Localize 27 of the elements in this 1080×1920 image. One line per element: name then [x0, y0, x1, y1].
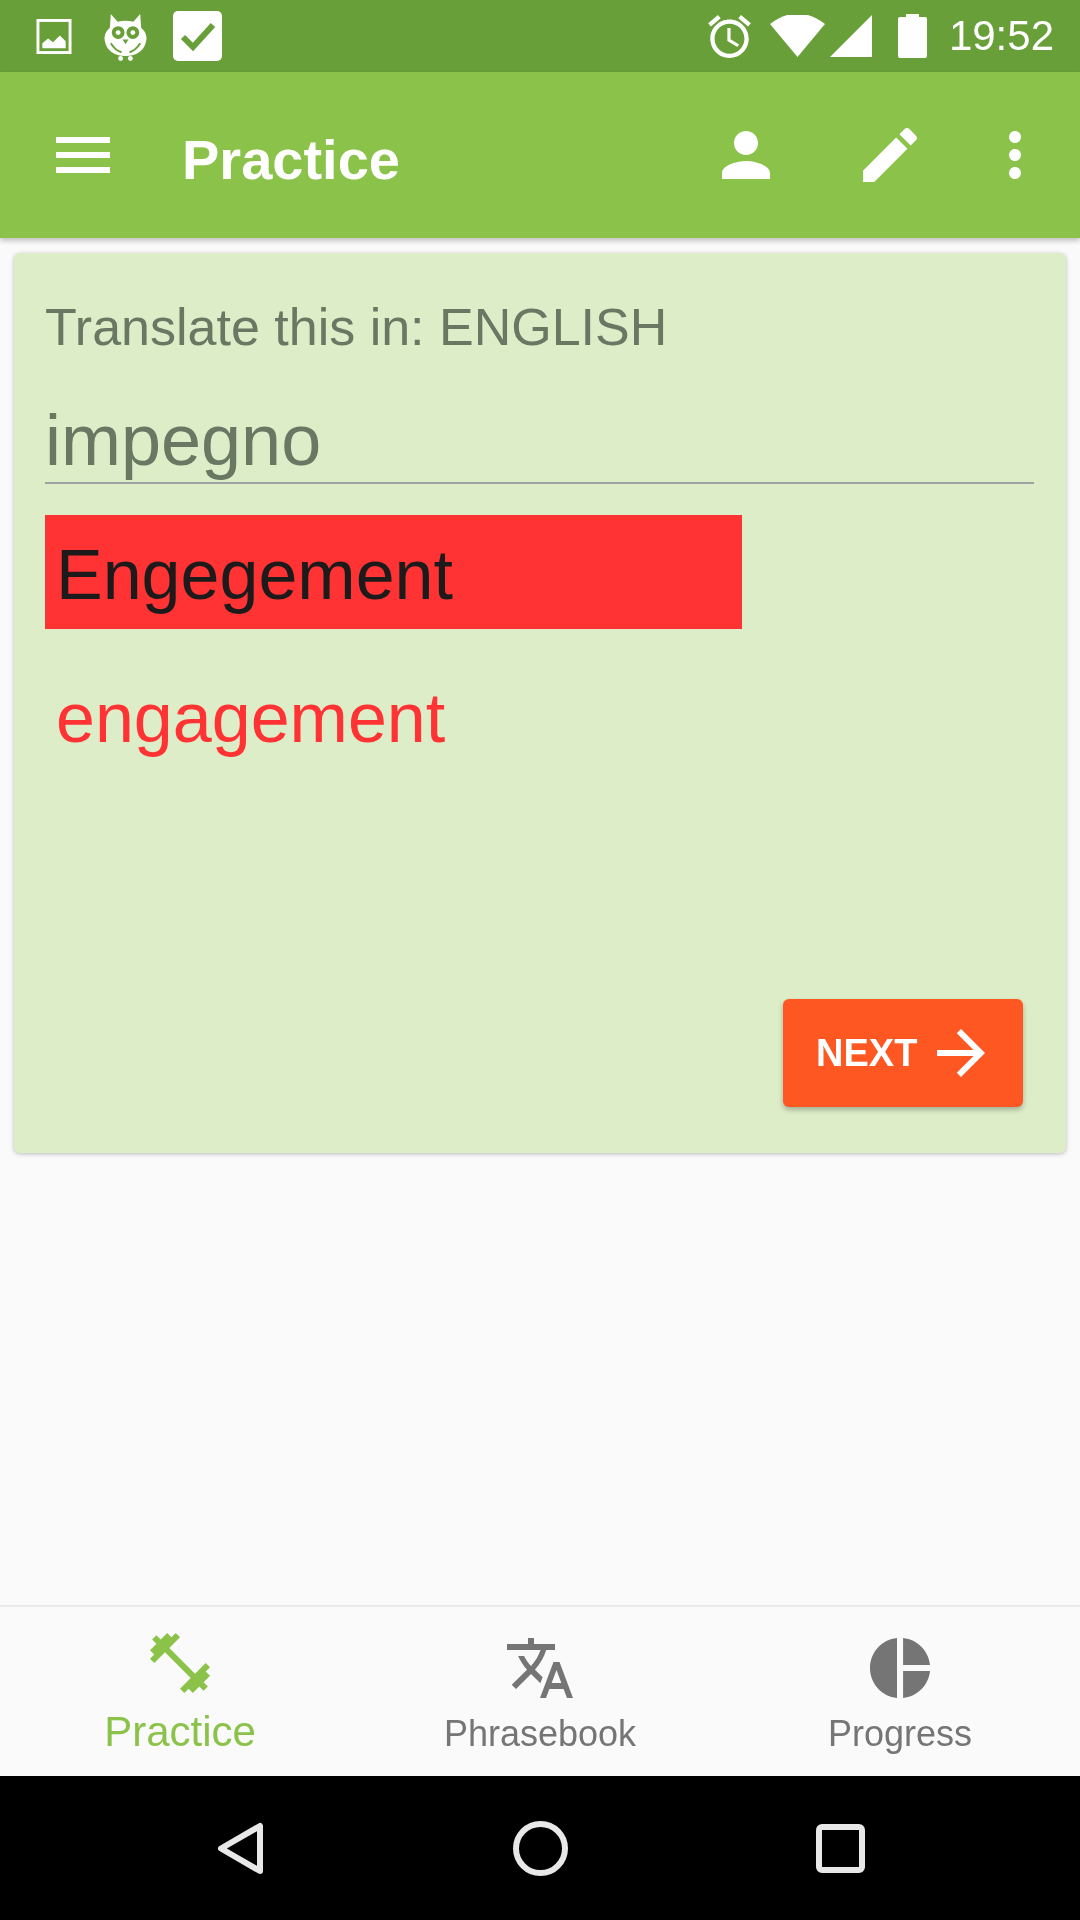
recents-icon[interactable]	[815, 1823, 865, 1873]
nav-tab[interactable]: Phrasebook	[439, 1638, 641, 1755]
pie-chart-icon	[870, 1638, 930, 1698]
battery-icon	[897, 14, 927, 58]
back-icon[interactable]	[216, 1821, 264, 1875]
translate-icon	[507, 1638, 573, 1698]
image-icon	[36, 18, 72, 54]
answer-label: Engegement	[45, 515, 742, 629]
prompt-text: Translate this in: ENGLISH	[45, 297, 668, 357]
person-icon[interactable]	[722, 131, 770, 179]
wifi-icon	[769, 15, 825, 57]
dumbbell-icon	[150, 1633, 210, 1693]
nav-tab[interactable]: Practice	[100, 1633, 260, 1756]
pencil-icon[interactable]	[863, 128, 917, 182]
signal-icon	[829, 15, 872, 57]
nav-tab[interactable]: Progress	[823, 1638, 977, 1755]
home-icon[interactable]	[512, 1820, 568, 1876]
checkbox-icon	[173, 11, 222, 61]
menu-icon[interactable]	[56, 137, 110, 173]
next-button[interactable]: NEXT	[783, 999, 1023, 1107]
alarm-clock-icon	[707, 14, 751, 58]
correction-text: engagement	[56, 678, 446, 759]
input-field[interactable]: impegno	[45, 398, 1034, 484]
arrow-right-icon	[937, 1029, 986, 1077]
clock-time: 19:52	[948, 12, 1054, 60]
screen-title: Practice	[182, 127, 400, 192]
more-options-icon[interactable]	[1009, 131, 1021, 179]
